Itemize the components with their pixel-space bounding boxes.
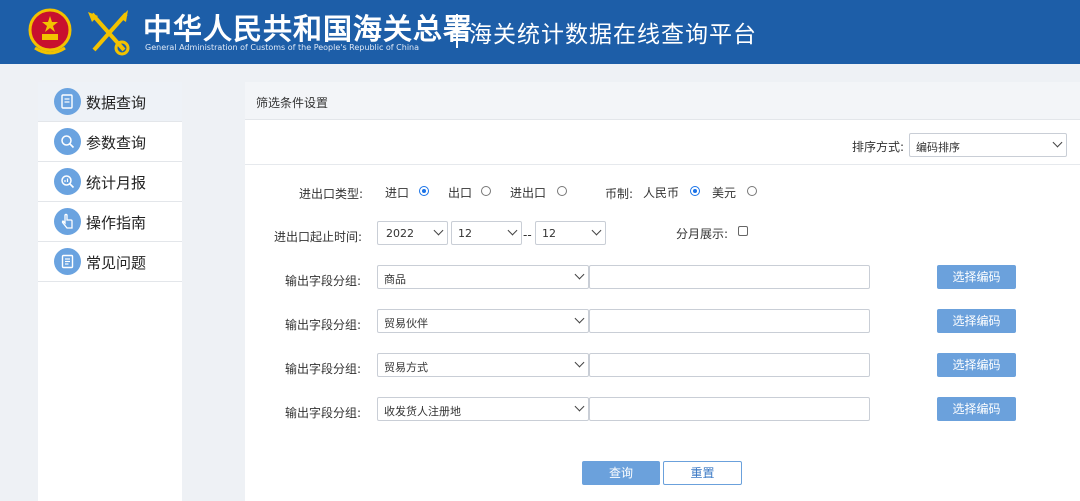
currency-option-rmb-label: 人民币 xyxy=(643,186,680,200)
currency-label: 币制: xyxy=(605,187,634,201)
monthly-display-label: 分月展示: xyxy=(676,227,729,241)
sidebar-item-guide[interactable]: 操作指南 xyxy=(38,202,182,242)
currency-option-usd-label: 美元 xyxy=(712,186,737,200)
sidebar-item-label: 常见问题 xyxy=(86,254,147,272)
sort-select-value: 编码排序 xyxy=(916,141,960,154)
sidebar-item-label: 统计月报 xyxy=(86,174,147,192)
group-select-2[interactable]: 贸易伙伴 xyxy=(377,309,589,333)
customs-logo-icon xyxy=(88,10,130,56)
sidebar-item-monthly-report[interactable]: 统计月报 xyxy=(38,162,182,202)
panel-header: 筛选条件设置 xyxy=(245,82,1080,120)
month-start-select[interactable]: 12 xyxy=(451,221,522,245)
org-name-en: General Administration of Customs of the… xyxy=(145,43,420,52)
faq-icon xyxy=(54,248,81,275)
filter-panel: 筛选条件设置 排序方式: 编码排序 进出口类型: 进口 出口 进出口 币制: 人… xyxy=(245,82,1080,501)
header-divider xyxy=(456,14,458,48)
sidebar-item-param-query[interactable]: 参数查询 xyxy=(38,122,182,162)
group-select-value: 贸易伙伴 xyxy=(384,317,428,330)
group-select-1[interactable]: 商品 xyxy=(377,265,589,289)
param-query-icon xyxy=(54,128,81,155)
guide-icon xyxy=(54,208,81,235)
trade-option-both-label: 进出口 xyxy=(510,186,547,200)
platform-title: 海关统计数据在线查询平台 xyxy=(469,22,757,48)
panel-title: 筛选条件设置 xyxy=(256,96,329,110)
chevron-down-icon xyxy=(591,225,602,236)
trade-option-import-radio[interactable] xyxy=(419,186,429,196)
chevron-down-icon xyxy=(433,225,444,236)
group-select-value: 收发货人注册地 xyxy=(384,405,461,418)
sidebar-item-label: 参数查询 xyxy=(86,134,147,152)
month-end-value: 12 xyxy=(542,227,556,240)
period-label: 进出口起止时间: xyxy=(274,230,363,244)
chevron-down-icon xyxy=(1052,137,1063,148)
range-separator: -- xyxy=(523,228,532,242)
sort-select[interactable]: 编码排序 xyxy=(909,133,1067,157)
group-label: 输出字段分组: xyxy=(285,274,362,288)
select-code-button[interactable]: 选择编码 xyxy=(937,309,1016,333)
year-select[interactable]: 2022 xyxy=(377,221,448,245)
group-select-value: 商品 xyxy=(384,273,406,286)
trade-option-export-label: 出口 xyxy=(448,186,473,200)
sort-label: 排序方式: xyxy=(852,140,905,154)
chevron-down-icon xyxy=(574,401,585,412)
group-code-input-3[interactable] xyxy=(589,353,870,377)
select-code-button[interactable]: 选择编码 xyxy=(937,265,1016,289)
org-name-cn: 中华人民共和国海关总署 xyxy=(143,12,474,46)
group-select-value: 贸易方式 xyxy=(384,361,428,374)
group-code-input-1[interactable] xyxy=(589,265,870,289)
monthly-display-checkbox[interactable] xyxy=(738,226,748,236)
trade-option-export-radio[interactable] xyxy=(481,186,491,196)
trade-option-both-radio[interactable] xyxy=(557,186,567,196)
group-select-4[interactable]: 收发货人注册地 xyxy=(377,397,589,421)
chevron-down-icon xyxy=(574,269,585,280)
select-code-button[interactable]: 选择编码 xyxy=(937,397,1016,421)
group-label: 输出字段分组: xyxy=(285,406,362,420)
sidebar-item-label: 操作指南 xyxy=(86,214,147,232)
month-end-select[interactable]: 12 xyxy=(535,221,606,245)
site-header: 中华人民共和国海关总署 General Administration of Cu… xyxy=(0,0,1080,64)
currency-option-usd-radio[interactable] xyxy=(747,186,757,196)
sidebar-item-faq[interactable]: 常见问题 xyxy=(38,242,182,282)
month-start-value: 12 xyxy=(458,227,472,240)
sidebar-item-data-query[interactable]: 数据查询 xyxy=(38,82,182,122)
group-code-input-4[interactable] xyxy=(589,397,870,421)
national-emblem-icon xyxy=(28,8,72,55)
group-select-3[interactable]: 贸易方式 xyxy=(377,353,589,377)
select-code-button[interactable]: 选择编码 xyxy=(937,353,1016,377)
sidebar: 数据查询 参数查询 统计月报 操作指南 常见问题 xyxy=(38,82,182,501)
query-button[interactable]: 查询 xyxy=(582,461,660,485)
sidebar-item-label: 数据查询 xyxy=(86,94,147,112)
trade-option-import-label: 进口 xyxy=(385,186,410,200)
chevron-down-icon xyxy=(507,225,518,236)
chevron-down-icon xyxy=(574,313,585,324)
trade-type-label: 进出口类型: xyxy=(299,187,364,201)
reset-button[interactable]: 重置 xyxy=(663,461,742,485)
monthly-report-icon xyxy=(54,168,81,195)
group-code-input-2[interactable] xyxy=(589,309,870,333)
group-label: 输出字段分组: xyxy=(285,318,362,332)
year-select-value: 2022 xyxy=(386,227,414,240)
chevron-down-icon xyxy=(574,357,585,368)
data-query-icon xyxy=(54,88,81,115)
divider xyxy=(245,164,1080,165)
group-label: 输出字段分组: xyxy=(285,362,362,376)
currency-option-rmb-radio[interactable] xyxy=(690,186,700,196)
